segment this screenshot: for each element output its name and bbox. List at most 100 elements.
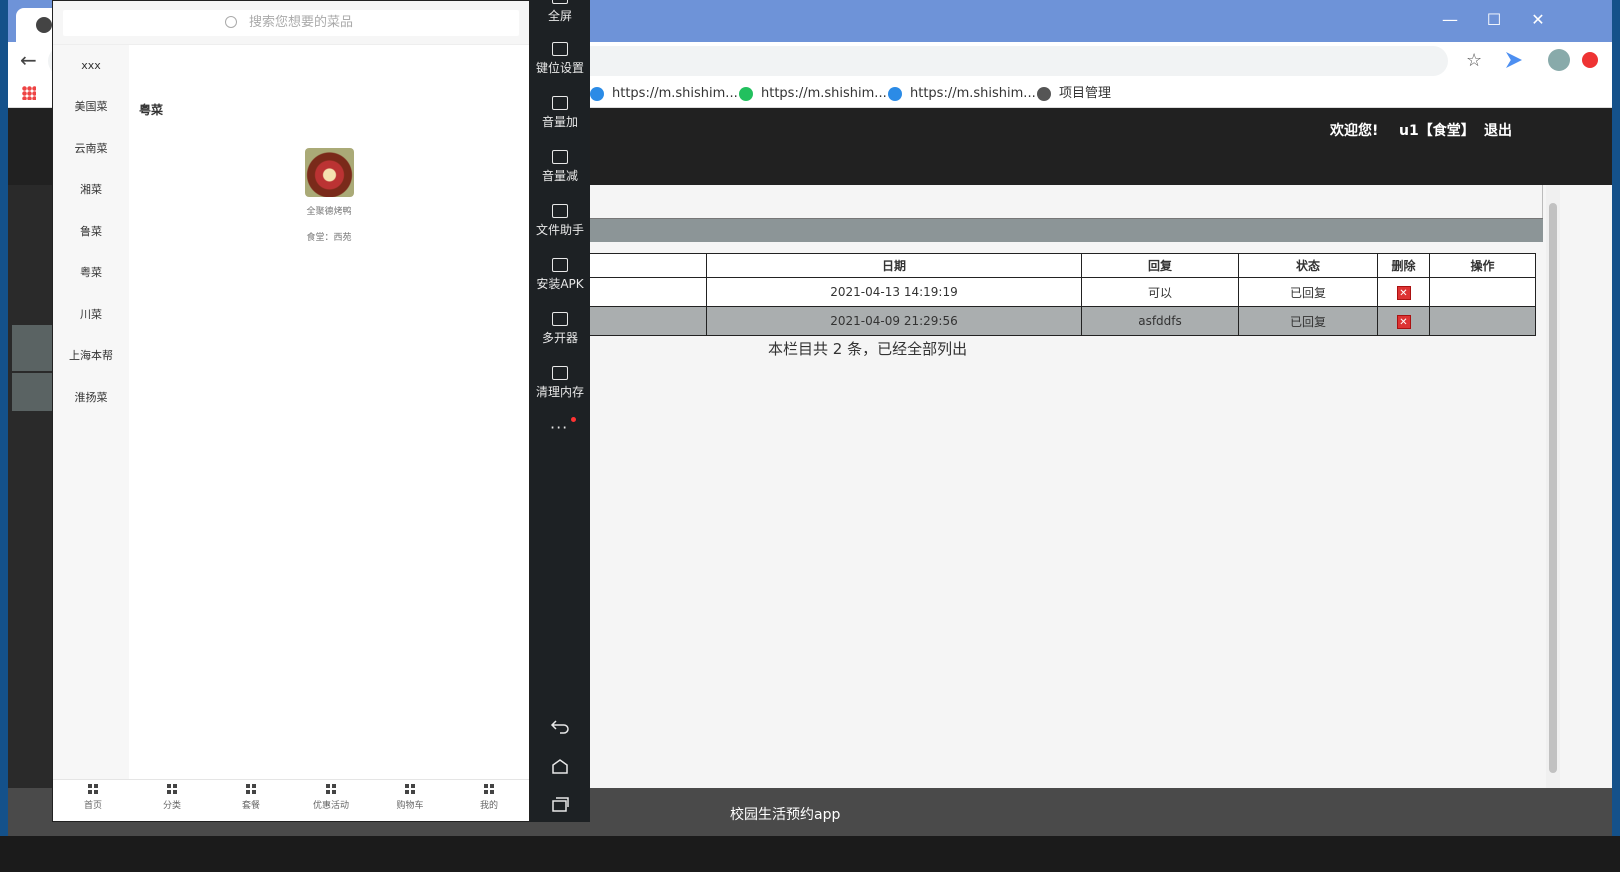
action-cell [1429,306,1536,336]
scroll-thumb[interactable] [1549,203,1557,773]
volume-down-icon [552,150,568,164]
strip-block [12,325,52,371]
side-label: 清理内存 [535,385,584,399]
category-item[interactable]: xxx [53,56,129,76]
logout-link[interactable]: 退出 [1484,120,1512,140]
category-item[interactable]: 淮扬菜 [53,388,129,408]
profile-avatar[interactable] [1548,49,1570,71]
side-label: 键位设置 [535,61,584,75]
minimize-button[interactable]: — [1432,6,1468,34]
side-label: 音量加 [541,115,578,129]
category-item[interactable]: 川菜 [53,305,129,325]
recent-apps-icon[interactable] [550,796,570,812]
apps-grid-icon[interactable] [22,86,36,100]
category-item[interactable]: 云南菜 [53,139,129,159]
delete-icon[interactable]: ✕ [1396,285,1411,300]
column-header: 日期 [706,253,1082,278]
nav-category[interactable]: 分类 [142,784,202,811]
notification-dot-icon [571,417,576,422]
search-input[interactable]: 搜索您想要的菜品 [63,10,519,36]
monitor-icon [552,204,568,218]
category-item[interactable]: 鲁菜 [53,222,129,242]
bookmark-icon [888,87,902,101]
cart-icon [405,784,415,794]
category-item[interactable]: 美国菜 [53,97,129,117]
page-scrollbar[interactable] [1546,185,1560,788]
bookmark-1[interactable]: https://m.shishim... [590,84,738,104]
nav-label: 套餐 [241,801,260,811]
search-placeholder: 搜索您想要的菜品 [249,15,354,30]
keymap-button[interactable]: 键位设置 [530,42,590,76]
back-icon[interactable] [550,718,570,734]
search-bar: 搜索您想要的菜品 [53,1,529,45]
more-button[interactable]: ··· [550,418,568,437]
status-cell: 已回复 [1238,277,1378,307]
emulator-screen: 搜索您想要的菜品 xxx 美国菜 云南菜 湘菜 鲁菜 粤菜 川菜 上海本帮 淮扬… [52,0,530,822]
file-assistant-button[interactable]: 文件助手 [530,204,590,238]
bookmark-label: https://m.shishim... [761,86,887,101]
user-link[interactable]: u1【食堂】 [1399,120,1475,140]
column-header: 回复 [1081,253,1239,278]
list-summary: 本栏目共 2 条，已经全部列出 [768,340,968,358]
date-cell: 2021-04-13 14:19:19 [706,277,1082,307]
extension-red-icon[interactable] [1582,52,1598,68]
grid-icon [167,784,177,794]
install-apk-button[interactable]: 安装APK [530,258,590,292]
home-button-icon[interactable] [550,758,570,774]
column-header: 删除 [1377,253,1430,278]
dish-name[interactable]: 全聚德烤鸭 [283,204,375,217]
close-button[interactable]: ✕ [1520,6,1556,34]
footer-title: 校园生活预约app [730,807,841,823]
extension-icon[interactable] [1506,52,1522,68]
nav-promotions[interactable]: 优惠活动 [301,784,361,811]
back-arrow-icon[interactable]: ← [20,48,37,72]
bookmark-label: 项目管理 [1059,86,1112,101]
bookmark-2[interactable]: https://m.shishim... [739,84,887,104]
nav-label: 我的 [479,801,498,811]
page-left-strip [8,185,52,788]
clean-memory-button[interactable]: 清理内存 [530,366,590,400]
nav-package[interactable]: 套餐 [221,784,281,811]
bookmark-star-icon[interactable]: ☆ [1466,50,1482,71]
side-label: 文件助手 [535,223,584,237]
volume-up-button[interactable]: 音量加 [530,96,590,130]
grid-icon [326,784,336,794]
side-label: 安装APK [536,277,584,291]
category-list: xxx 美国菜 云南菜 湘菜 鲁菜 粤菜 川菜 上海本帮 淮扬菜 [53,45,129,780]
status-cell: 已回复 [1238,306,1378,336]
nav-home[interactable]: 首页 [63,784,123,811]
nav-mine[interactable]: 我的 [459,784,519,811]
delete-icon[interactable]: ✕ [1396,314,1411,329]
grid-icon [246,784,256,794]
nav-label: 优惠活动 [312,801,349,811]
reply-cell: asfddfs [1081,306,1239,336]
side-label: 多开器 [541,331,578,345]
delete-cell: ✕ [1377,277,1430,307]
nav-label: 分类 [162,801,181,811]
taskbar [0,836,1620,872]
nav-cart[interactable]: 购物车 [380,784,440,811]
reply-cell: 可以 [1081,277,1239,307]
globe-icon [36,17,52,33]
bookmark-4[interactable]: 项目管理 [1037,84,1111,104]
action-cell [1429,277,1536,307]
category-item[interactable]: 上海本帮 [53,346,129,366]
volume-up-icon [552,96,568,110]
bottom-nav: 首页 分类 套餐 优惠活动 购物车 我的 [53,779,529,821]
emulator-toolbar: 全屏 键位设置 音量加 音量减 文件助手 安装APK 多开器 清理内存 ··· [530,0,590,822]
home-icon [88,784,98,794]
category-item[interactable]: 粤菜 [53,263,129,283]
fullscreen-button[interactable]: 全屏 [530,0,590,24]
rocket-icon [552,366,568,380]
category-item[interactable]: 湘菜 [53,180,129,200]
dish-image[interactable] [305,148,354,197]
bookmark-icon [590,87,604,101]
volume-down-button[interactable]: 音量减 [530,150,590,184]
multi-instance-button[interactable]: 多开器 [530,312,590,346]
nav-label: 购物车 [396,801,424,811]
side-label: 音量减 [541,169,578,183]
delete-cell: ✕ [1377,306,1430,336]
maximize-button[interactable]: ☐ [1476,6,1512,34]
user-icon [484,784,494,794]
bookmark-3[interactable]: https://m.shishim... [888,84,1036,104]
